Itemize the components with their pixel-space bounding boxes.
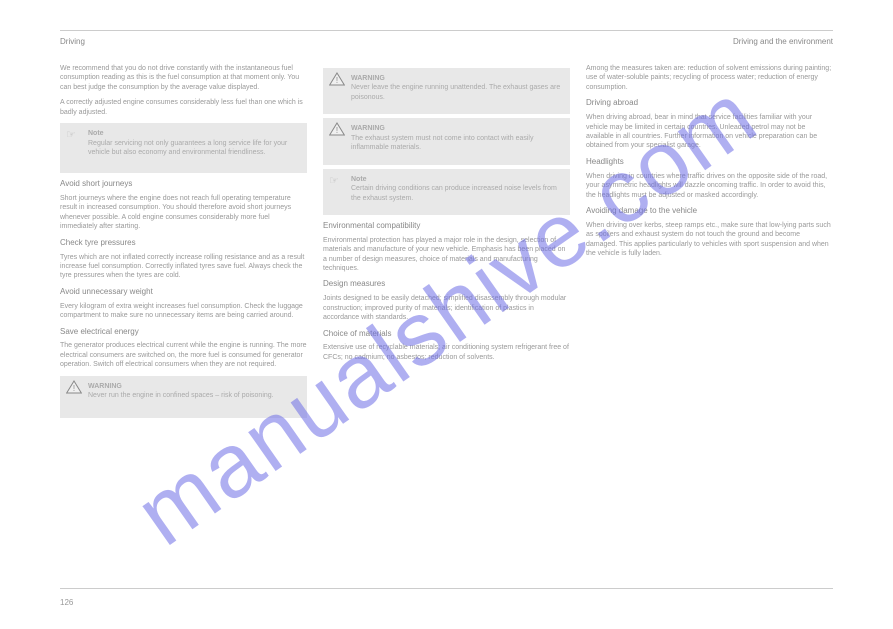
warning-callout: ! WARNING The exhaust system must not co… — [323, 118, 570, 164]
body-text: When driving in countries where traffic … — [586, 172, 833, 200]
warning-triangle-icon: ! — [329, 72, 345, 86]
section-heading: Avoid short journeys — [60, 179, 307, 190]
section-heading: Avoiding damage to the vehicle — [586, 206, 833, 217]
note-callout: ☞ Note Certain driving conditions can pr… — [323, 169, 570, 215]
note-label: Note — [351, 176, 367, 183]
body-text: The generator produces electrical curren… — [60, 341, 307, 369]
warning-callout: ! WARNING Never run the engine in confin… — [60, 376, 307, 418]
header-right: Driving and the environment — [733, 37, 833, 46]
note-text: Regular servicing not only guarantees a … — [88, 139, 299, 158]
svg-text:!: ! — [73, 384, 75, 393]
body-text: Joints designed to be easily detached; s… — [323, 294, 570, 322]
column-1: We recommend that you do not drive const… — [60, 64, 307, 422]
note-callout: ☞ Note Regular servicing not only guaran… — [60, 123, 307, 173]
warning-label: WARNING — [351, 125, 385, 132]
column-3: Among the measures taken are: reduction … — [586, 64, 833, 422]
body-text: We recommend that you do not drive const… — [60, 64, 307, 92]
warning-callout: ! WARNING Never leave the engine running… — [323, 68, 570, 114]
hand-icon: ☞ — [66, 128, 80, 138]
section-heading: Driving abroad — [586, 98, 833, 109]
section-heading: Headlights — [586, 157, 833, 168]
section-heading: Avoid unnecessary weight — [60, 287, 307, 298]
bottom-divider — [60, 588, 833, 589]
content-columns: We recommend that you do not drive const… — [60, 64, 833, 422]
body-text: Short journeys where the engine does not… — [60, 194, 307, 232]
column-2: ! WARNING Never leave the engine running… — [323, 64, 570, 422]
manual-page: Driving Driving and the environment We r… — [0, 0, 893, 442]
body-text: A correctly adjusted engine consumes con… — [60, 98, 307, 117]
section-heading: Save electrical energy — [60, 327, 307, 338]
warning-label: WARNING — [88, 383, 122, 390]
warning-label: WARNING — [351, 75, 385, 82]
warning-triangle-icon: ! — [329, 122, 345, 136]
body-text: Extensive use of recyclable materials; a… — [323, 343, 570, 362]
svg-text:!: ! — [336, 76, 338, 85]
header-left: Driving — [60, 37, 85, 46]
warning-triangle-icon: ! — [66, 380, 82, 394]
section-heading: Check tyre pressures — [60, 238, 307, 249]
body-text: When driving abroad, bear in mind that s… — [586, 113, 833, 151]
section-heading: Choice of materials — [323, 329, 570, 340]
svg-text:!: ! — [336, 126, 338, 135]
body-text: Tyres which are not inflated correctly i… — [60, 253, 307, 281]
body-text: Every kilogram of extra weight increases… — [60, 302, 307, 321]
section-heading: Design measures — [323, 279, 570, 290]
warning-text: The exhaust system must not come into co… — [351, 134, 562, 153]
warning-text: Never run the engine in confined spaces … — [88, 391, 299, 400]
note-text: Certain driving conditions can produce i… — [351, 184, 562, 203]
body-text: Environmental protection has played a ma… — [323, 236, 570, 274]
page-header: Driving Driving and the environment — [60, 37, 833, 46]
body-text: Among the measures taken are: reduction … — [586, 64, 833, 92]
section-heading: Environmental compatibility — [323, 221, 570, 232]
warning-text: Never leave the engine running unattende… — [351, 83, 562, 102]
top-divider — [60, 30, 833, 31]
note-label: Note — [88, 130, 104, 137]
hand-icon: ☞ — [329, 174, 343, 184]
page-number: 126 — [60, 598, 73, 607]
body-text: When driving over kerbs, steep ramps etc… — [586, 221, 833, 259]
